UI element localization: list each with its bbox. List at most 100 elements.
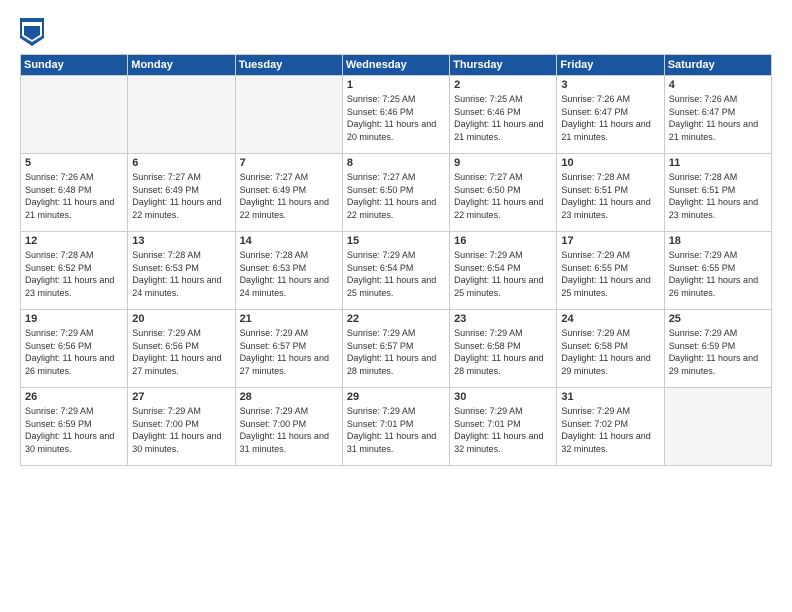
day-number: 25	[669, 313, 767, 325]
day-number: 31	[561, 391, 659, 403]
weekday-header: Sunday	[21, 55, 128, 76]
weekday-header-row: SundayMondayTuesdayWednesdayThursdayFrid…	[21, 55, 772, 76]
day-info: Sunrise: 7:29 AMSunset: 6:56 PMDaylight:…	[25, 327, 123, 377]
calendar-cell: 16 Sunrise: 7:29 AMSunset: 6:54 PMDayligh…	[450, 232, 557, 310]
calendar-cell: 26 Sunrise: 7:29 AMSunset: 6:59 PMDayligh…	[21, 388, 128, 466]
day-info: Sunrise: 7:29 AMSunset: 6:57 PMDaylight:…	[347, 327, 445, 377]
calendar: SundayMondayTuesdayWednesdayThursdayFrid…	[20, 54, 772, 466]
calendar-week-row: 1 Sunrise: 7:25 AMSunset: 6:46 PMDaylight…	[21, 76, 772, 154]
day-info: Sunrise: 7:29 AMSunset: 6:54 PMDaylight:…	[347, 249, 445, 299]
calendar-cell: 13 Sunrise: 7:28 AMSunset: 6:53 PMDayligh…	[128, 232, 235, 310]
day-number: 21	[240, 313, 338, 325]
calendar-cell: 17 Sunrise: 7:29 AMSunset: 6:55 PMDayligh…	[557, 232, 664, 310]
weekday-header: Tuesday	[235, 55, 342, 76]
calendar-cell: 8Sunrise: 7:27 AMSunset: 6:50 PMDaylight…	[342, 154, 449, 232]
day-number: 8	[347, 157, 445, 169]
day-number: 9	[454, 157, 552, 169]
day-number: 22	[347, 313, 445, 325]
day-info: Sunrise: 7:29 AMSunset: 7:00 PMDaylight:…	[240, 405, 338, 455]
day-info: Sunrise: 7:29 AMSunset: 6:55 PMDaylight:…	[669, 249, 767, 299]
calendar-cell: 24 Sunrise: 7:29 AMSunset: 6:58 PMDayligh…	[557, 310, 664, 388]
weekday-header: Thursday	[450, 55, 557, 76]
day-number: 3	[561, 79, 659, 91]
day-info: Sunrise: 7:27 AMSunset: 6:49 PMDaylight:…	[240, 171, 338, 221]
day-number: 15	[347, 235, 445, 247]
day-info: Sunrise: 7:29 AMSunset: 6:59 PMDaylight:…	[25, 405, 123, 455]
calendar-cell: 12 Sunrise: 7:28 AMSunset: 6:52 PMDayligh…	[21, 232, 128, 310]
day-number: 11	[669, 157, 767, 169]
day-info: Sunrise: 7:28 AMSunset: 6:53 PMDaylight:…	[132, 249, 230, 299]
calendar-cell	[664, 388, 771, 466]
day-info: Sunrise: 7:28 AMSunset: 6:52 PMDaylight:…	[25, 249, 123, 299]
day-info: Sunrise: 7:29 AMSunset: 6:56 PMDaylight:…	[132, 327, 230, 377]
day-info: Sunrise: 7:26 AMSunset: 6:47 PMDaylight:…	[669, 93, 767, 143]
day-info: Sunrise: 7:28 AMSunset: 6:51 PMDaylight:…	[561, 171, 659, 221]
calendar-cell: 21Sunrise: 7:29 AMSunset: 6:57 PMDayligh…	[235, 310, 342, 388]
day-number: 10	[561, 157, 659, 169]
day-info: Sunrise: 7:29 AMSunset: 6:58 PMDaylight:…	[454, 327, 552, 377]
calendar-cell: 27 Sunrise: 7:29 AMSunset: 7:00 PMDayligh…	[128, 388, 235, 466]
calendar-cell: 2 Sunrise: 7:25 AMSunset: 6:46 PMDaylight…	[450, 76, 557, 154]
day-info: Sunrise: 7:28 AMSunset: 6:53 PMDaylight:…	[240, 249, 338, 299]
day-number: 6	[132, 157, 230, 169]
calendar-cell: 28 Sunrise: 7:29 AMSunset: 7:00 PMDayligh…	[235, 388, 342, 466]
calendar-week-row: 12 Sunrise: 7:28 AMSunset: 6:52 PMDayligh…	[21, 232, 772, 310]
calendar-cell: 15 Sunrise: 7:29 AMSunset: 6:54 PMDayligh…	[342, 232, 449, 310]
calendar-cell: 25 Sunrise: 7:29 AMSunset: 6:59 PMDayligh…	[664, 310, 771, 388]
calendar-cell: 6 Sunrise: 7:27 AMSunset: 6:49 PMDaylight…	[128, 154, 235, 232]
day-info: Sunrise: 7:27 AMSunset: 6:49 PMDaylight:…	[132, 171, 230, 221]
day-info: Sunrise: 7:25 AMSunset: 6:46 PMDaylight:…	[347, 93, 445, 143]
calendar-cell: 20Sunrise: 7:29 AMSunset: 6:56 PMDayligh…	[128, 310, 235, 388]
calendar-week-row: 5 Sunrise: 7:26 AMSunset: 6:48 PMDaylight…	[21, 154, 772, 232]
calendar-cell: 23 Sunrise: 7:29 AMSunset: 6:58 PMDayligh…	[450, 310, 557, 388]
day-number: 28	[240, 391, 338, 403]
calendar-cell: 31Sunrise: 7:29 AMSunset: 7:02 PMDayligh…	[557, 388, 664, 466]
day-number: 12	[25, 235, 123, 247]
calendar-cell	[235, 76, 342, 154]
weekday-header: Monday	[128, 55, 235, 76]
day-info: Sunrise: 7:27 AMSunset: 6:50 PMDaylight:…	[454, 171, 552, 221]
day-info: Sunrise: 7:29 AMSunset: 6:54 PMDaylight:…	[454, 249, 552, 299]
day-number: 17	[561, 235, 659, 247]
day-number: 4	[669, 79, 767, 91]
calendar-cell: 29 Sunrise: 7:29 AMSunset: 7:01 PMDayligh…	[342, 388, 449, 466]
day-number: 7	[240, 157, 338, 169]
day-info: Sunrise: 7:29 AMSunset: 7:01 PMDaylight:…	[347, 405, 445, 455]
day-number: 5	[25, 157, 123, 169]
day-number: 27	[132, 391, 230, 403]
calendar-cell	[21, 76, 128, 154]
calendar-cell: 7 Sunrise: 7:27 AMSunset: 6:49 PMDaylight…	[235, 154, 342, 232]
day-number: 29	[347, 391, 445, 403]
calendar-week-row: 26 Sunrise: 7:29 AMSunset: 6:59 PMDayligh…	[21, 388, 772, 466]
day-info: Sunrise: 7:29 AMSunset: 6:58 PMDaylight:…	[561, 327, 659, 377]
calendar-cell: 10 Sunrise: 7:28 AMSunset: 6:51 PMDayligh…	[557, 154, 664, 232]
day-info: Sunrise: 7:29 AMSunset: 6:55 PMDaylight:…	[561, 249, 659, 299]
day-number: 24	[561, 313, 659, 325]
weekday-header: Friday	[557, 55, 664, 76]
day-number: 23	[454, 313, 552, 325]
day-number: 1	[347, 79, 445, 91]
calendar-cell: 11Sunrise: 7:28 AMSunset: 6:51 PMDayligh…	[664, 154, 771, 232]
page: SundayMondayTuesdayWednesdayThursdayFrid…	[0, 0, 792, 612]
weekday-header: Wednesday	[342, 55, 449, 76]
day-number: 19	[25, 313, 123, 325]
calendar-cell: 19 Sunrise: 7:29 AMSunset: 6:56 PMDayligh…	[21, 310, 128, 388]
calendar-cell	[128, 76, 235, 154]
day-number: 16	[454, 235, 552, 247]
day-info: Sunrise: 7:29 AMSunset: 6:59 PMDaylight:…	[669, 327, 767, 377]
day-number: 2	[454, 79, 552, 91]
day-info: Sunrise: 7:25 AMSunset: 6:46 PMDaylight:…	[454, 93, 552, 143]
weekday-header: Saturday	[664, 55, 771, 76]
day-number: 13	[132, 235, 230, 247]
logo-icon	[20, 18, 44, 46]
calendar-cell: 9 Sunrise: 7:27 AMSunset: 6:50 PMDaylight…	[450, 154, 557, 232]
day-info: Sunrise: 7:26 AMSunset: 6:47 PMDaylight:…	[561, 93, 659, 143]
day-info: Sunrise: 7:26 AMSunset: 6:48 PMDaylight:…	[25, 171, 123, 221]
day-number: 14	[240, 235, 338, 247]
calendar-cell: 30 Sunrise: 7:29 AMSunset: 7:01 PMDayligh…	[450, 388, 557, 466]
calendar-cell: 5 Sunrise: 7:26 AMSunset: 6:48 PMDaylight…	[21, 154, 128, 232]
day-info: Sunrise: 7:29 AMSunset: 7:00 PMDaylight:…	[132, 405, 230, 455]
day-number: 30	[454, 391, 552, 403]
day-number: 26	[25, 391, 123, 403]
day-info: Sunrise: 7:29 AMSunset: 7:01 PMDaylight:…	[454, 405, 552, 455]
